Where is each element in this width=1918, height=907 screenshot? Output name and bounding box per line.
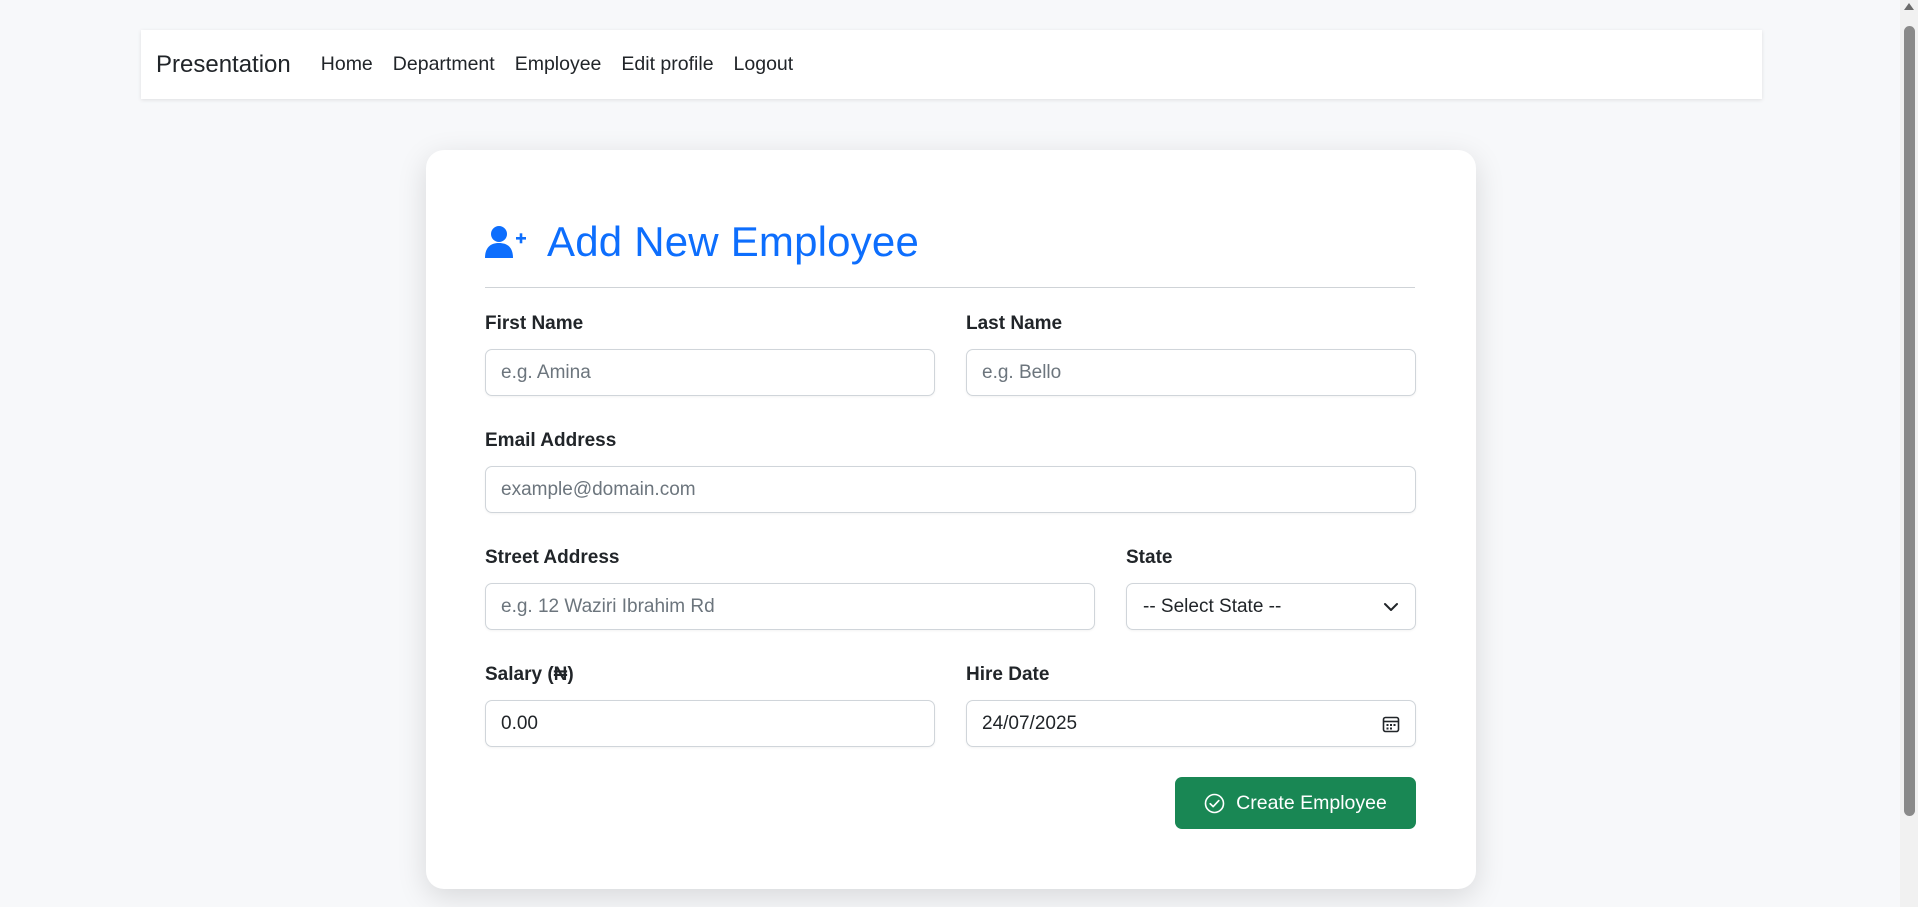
navbar-brand[interactable]: Presentation	[156, 51, 291, 79]
first-name-input[interactable]	[485, 349, 935, 396]
salary-label: Salary (₦)	[485, 664, 574, 685]
check-circle-icon	[1204, 793, 1225, 813]
street-address-group: Street Address	[485, 547, 1095, 630]
salary-input[interactable]	[485, 700, 935, 747]
state-group: State -- Select State --	[1126, 547, 1416, 630]
create-employee-button[interactable]: Create Employee	[1175, 777, 1416, 829]
nav-link-employee[interactable]: Employee	[515, 53, 602, 76]
hire-date-value: 24/07/2025	[982, 712, 1078, 734]
email-group: Email Address	[485, 430, 1416, 513]
create-employee-label: Create Employee	[1236, 791, 1387, 814]
street-address-input[interactable]	[485, 583, 1095, 630]
page-title: Add New Employee	[547, 218, 920, 265]
hire-date-group: Hire Date 24/07/2025	[966, 664, 1416, 747]
title-divider	[485, 287, 1415, 288]
hire-date-input[interactable]: 24/07/2025	[966, 700, 1416, 747]
nav-link-home[interactable]: Home	[321, 53, 373, 76]
state-select-value: -- Select State --	[1143, 595, 1282, 617]
salary-group: Salary (₦)	[485, 664, 935, 747]
scrollbar-thumb[interactable]	[1904, 26, 1915, 816]
street-address-label: Street Address	[485, 547, 620, 568]
last-name-label: Last Name	[966, 313, 1063, 334]
first-name-group: First Name	[485, 313, 935, 396]
state-select[interactable]: -- Select State --	[1126, 583, 1416, 630]
scroll-up-arrow-icon[interactable]	[1904, 3, 1914, 10]
last-name-group: Last Name	[966, 313, 1416, 396]
form-header: Add New Employee	[485, 212, 919, 272]
vertical-scrollbar[interactable]	[1900, 0, 1918, 907]
chevron-down-icon	[1384, 602, 1398, 611]
hire-date-label: Hire Date	[966, 664, 1050, 685]
user-plus-icon	[485, 226, 526, 258]
email-label: Email Address	[485, 430, 617, 451]
employee-form-card: Add New Employee First Name Last Name Em…	[426, 150, 1476, 889]
last-name-input[interactable]	[966, 349, 1416, 396]
calendar-icon[interactable]	[1382, 715, 1400, 733]
nav-link-logout[interactable]: Logout	[734, 53, 794, 76]
state-label: State	[1126, 547, 1173, 568]
nav-link-edit-profile[interactable]: Edit profile	[621, 53, 713, 76]
email-input[interactable]	[485, 466, 1416, 513]
navbar: Presentation Home Department Employee Ed…	[141, 30, 1762, 99]
nav-link-department[interactable]: Department	[393, 53, 495, 76]
first-name-label: First Name	[485, 313, 584, 334]
